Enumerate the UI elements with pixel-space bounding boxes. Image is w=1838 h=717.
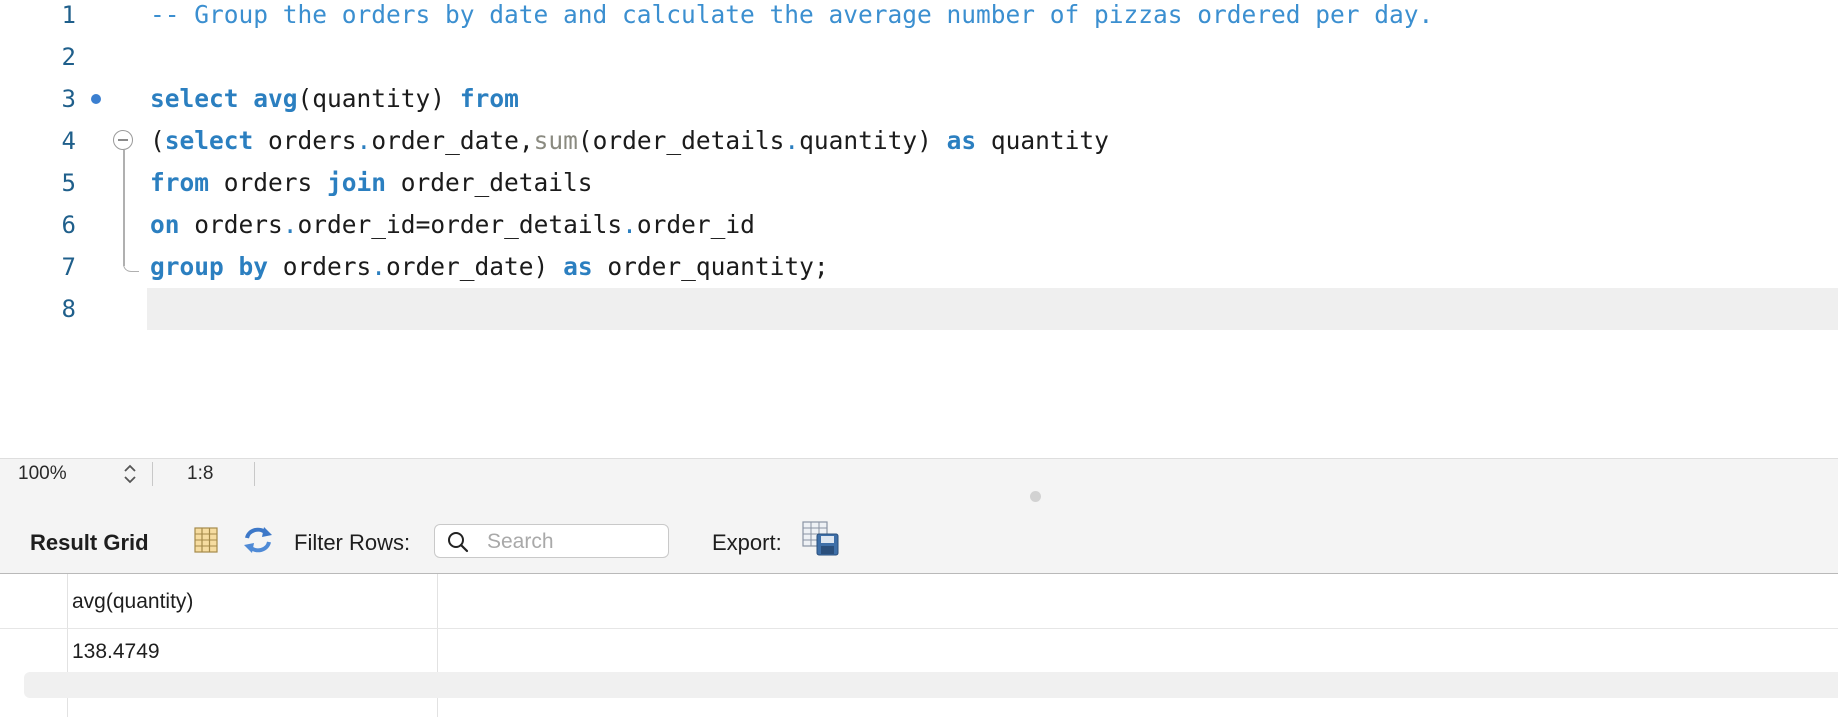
export-label: Export: — [712, 530, 782, 555]
grid-divider — [0, 628, 1838, 629]
line-number: 3 — [61, 85, 76, 113]
empty-result-row[interactable] — [24, 672, 1838, 698]
sql-dot: . — [622, 210, 637, 239]
sql-text: order_id — [636, 210, 755, 239]
code-line-7[interactable]: 7 group by orders.order_date) as order_q… — [0, 246, 1838, 288]
sql-keyword: from — [150, 168, 210, 197]
code-line-6[interactable]: 6 on orders.order_id=order_details.order… — [0, 204, 1838, 246]
code-line-5[interactable]: 5 from orders join order_details — [0, 162, 1838, 204]
panel-splitter-handle[interactable] — [1030, 491, 1041, 502]
result-toolbar: Result Grid Filter Rows: Search Export: — [0, 516, 1838, 568]
sql-text: orders — [209, 168, 328, 197]
code-text: on orders.order_id=order_details.order_i… — [150, 204, 755, 246]
sql-dot: . — [371, 252, 387, 281]
sql-text: order_id — [297, 210, 416, 239]
sql-keyword: from — [459, 84, 519, 113]
line-number: 6 — [61, 211, 76, 239]
line-number: 2 — [61, 43, 76, 71]
sql-keyword: on — [150, 210, 180, 239]
sql-text: order_details — [386, 168, 593, 197]
column-header-avg-quantity[interactable]: avg(quantity) — [72, 590, 193, 614]
sql-dot: . — [282, 210, 298, 239]
code-text: select avg(quantity) from — [150, 78, 519, 120]
divider — [254, 462, 255, 486]
code-text: from orders join order_details — [150, 162, 593, 204]
sql-dot: . — [356, 126, 372, 155]
line-number: 1 — [61, 1, 76, 29]
sql-text: ( — [150, 126, 165, 155]
code-line-8[interactable]: 8 — [0, 288, 1838, 330]
sql-keyword: select — [164, 126, 254, 155]
sql-text: order_date) — [386, 252, 564, 281]
current-line-highlight — [147, 288, 1838, 330]
result-cell[interactable]: 138.4749 — [72, 640, 160, 664]
sql-keyword: as — [946, 126, 977, 155]
result-grid-title: Result Grid — [30, 530, 149, 555]
sql-text: quantity) — [799, 126, 947, 155]
sql-text: quantity — [976, 126, 1109, 155]
code-line-3[interactable]: 3 select avg(quantity) from — [0, 78, 1838, 120]
sql-editor[interactable]: 1 -- Group the orders by date and calcul… — [0, 0, 1838, 458]
result-panel: Result Grid Filter Rows: Search Export: … — [0, 488, 1838, 717]
line-number: 7 — [61, 253, 76, 281]
line-number: 8 — [61, 295, 76, 323]
sql-text: (quantity) — [297, 84, 460, 113]
sql-keyword: group by — [150, 252, 269, 281]
sql-text: orders — [179, 210, 283, 239]
code-text: group by orders.order_date) as order_qua… — [150, 246, 829, 288]
fold-collapse-icon[interactable] — [113, 130, 133, 150]
search-box[interactable] — [434, 524, 669, 558]
sql-builtin-function: sum — [533, 126, 578, 155]
grid-columns-icon[interactable] — [192, 526, 220, 559]
code-line-2[interactable]: 2 — [0, 36, 1838, 78]
code-text: -- Group the orders by date and calculat… — [150, 0, 1433, 36]
line-number: 4 — [61, 127, 76, 155]
fold-range-line — [123, 150, 125, 266]
result-grid[interactable]: avg(quantity) 138.4749 — [0, 573, 1838, 717]
sql-text: orders — [253, 126, 357, 155]
sql-comment: -- Group the orders by date and calculat… — [150, 0, 1434, 29]
cursor-position: 1:8 — [187, 463, 214, 484]
sql-keyword: select — [150, 84, 239, 113]
sql-text: order_date, — [371, 126, 534, 155]
export-save-icon[interactable] — [802, 521, 840, 562]
code-line-1[interactable]: 1 -- Group the orders by date and calcul… — [0, 0, 1838, 36]
zoom-stepper-icon[interactable] — [120, 461, 140, 487]
code-line-4[interactable]: 4 (select orders.order_date,sum(order_de… — [0, 120, 1838, 162]
breakpoint-dot-icon[interactable] — [91, 94, 101, 104]
sql-operator: = — [415, 210, 431, 239]
sql-function: avg — [253, 84, 298, 113]
filter-rows-label: Filter Rows: — [294, 530, 411, 555]
divider — [152, 462, 153, 486]
sql-keyword: as — [563, 252, 593, 281]
line-number: 5 — [61, 169, 76, 197]
zoom-level: 100% — [18, 463, 67, 484]
refresh-icon[interactable] — [242, 525, 274, 560]
sql-keyword: join — [327, 168, 387, 197]
search-icon — [447, 531, 469, 558]
sql-text: order_details — [430, 210, 623, 239]
sql-text: orders — [268, 252, 372, 281]
sql-text: (order_details — [577, 126, 785, 155]
sql-dot: . — [784, 126, 800, 155]
filter-rows-search-input[interactable] — [485, 527, 665, 557]
sql-text: order_quantity; — [592, 252, 829, 281]
editor-status-bar: 100% 1:8 — [0, 458, 1838, 489]
code-text: (select orders.order_date,sum(order_deta… — [150, 120, 1109, 162]
